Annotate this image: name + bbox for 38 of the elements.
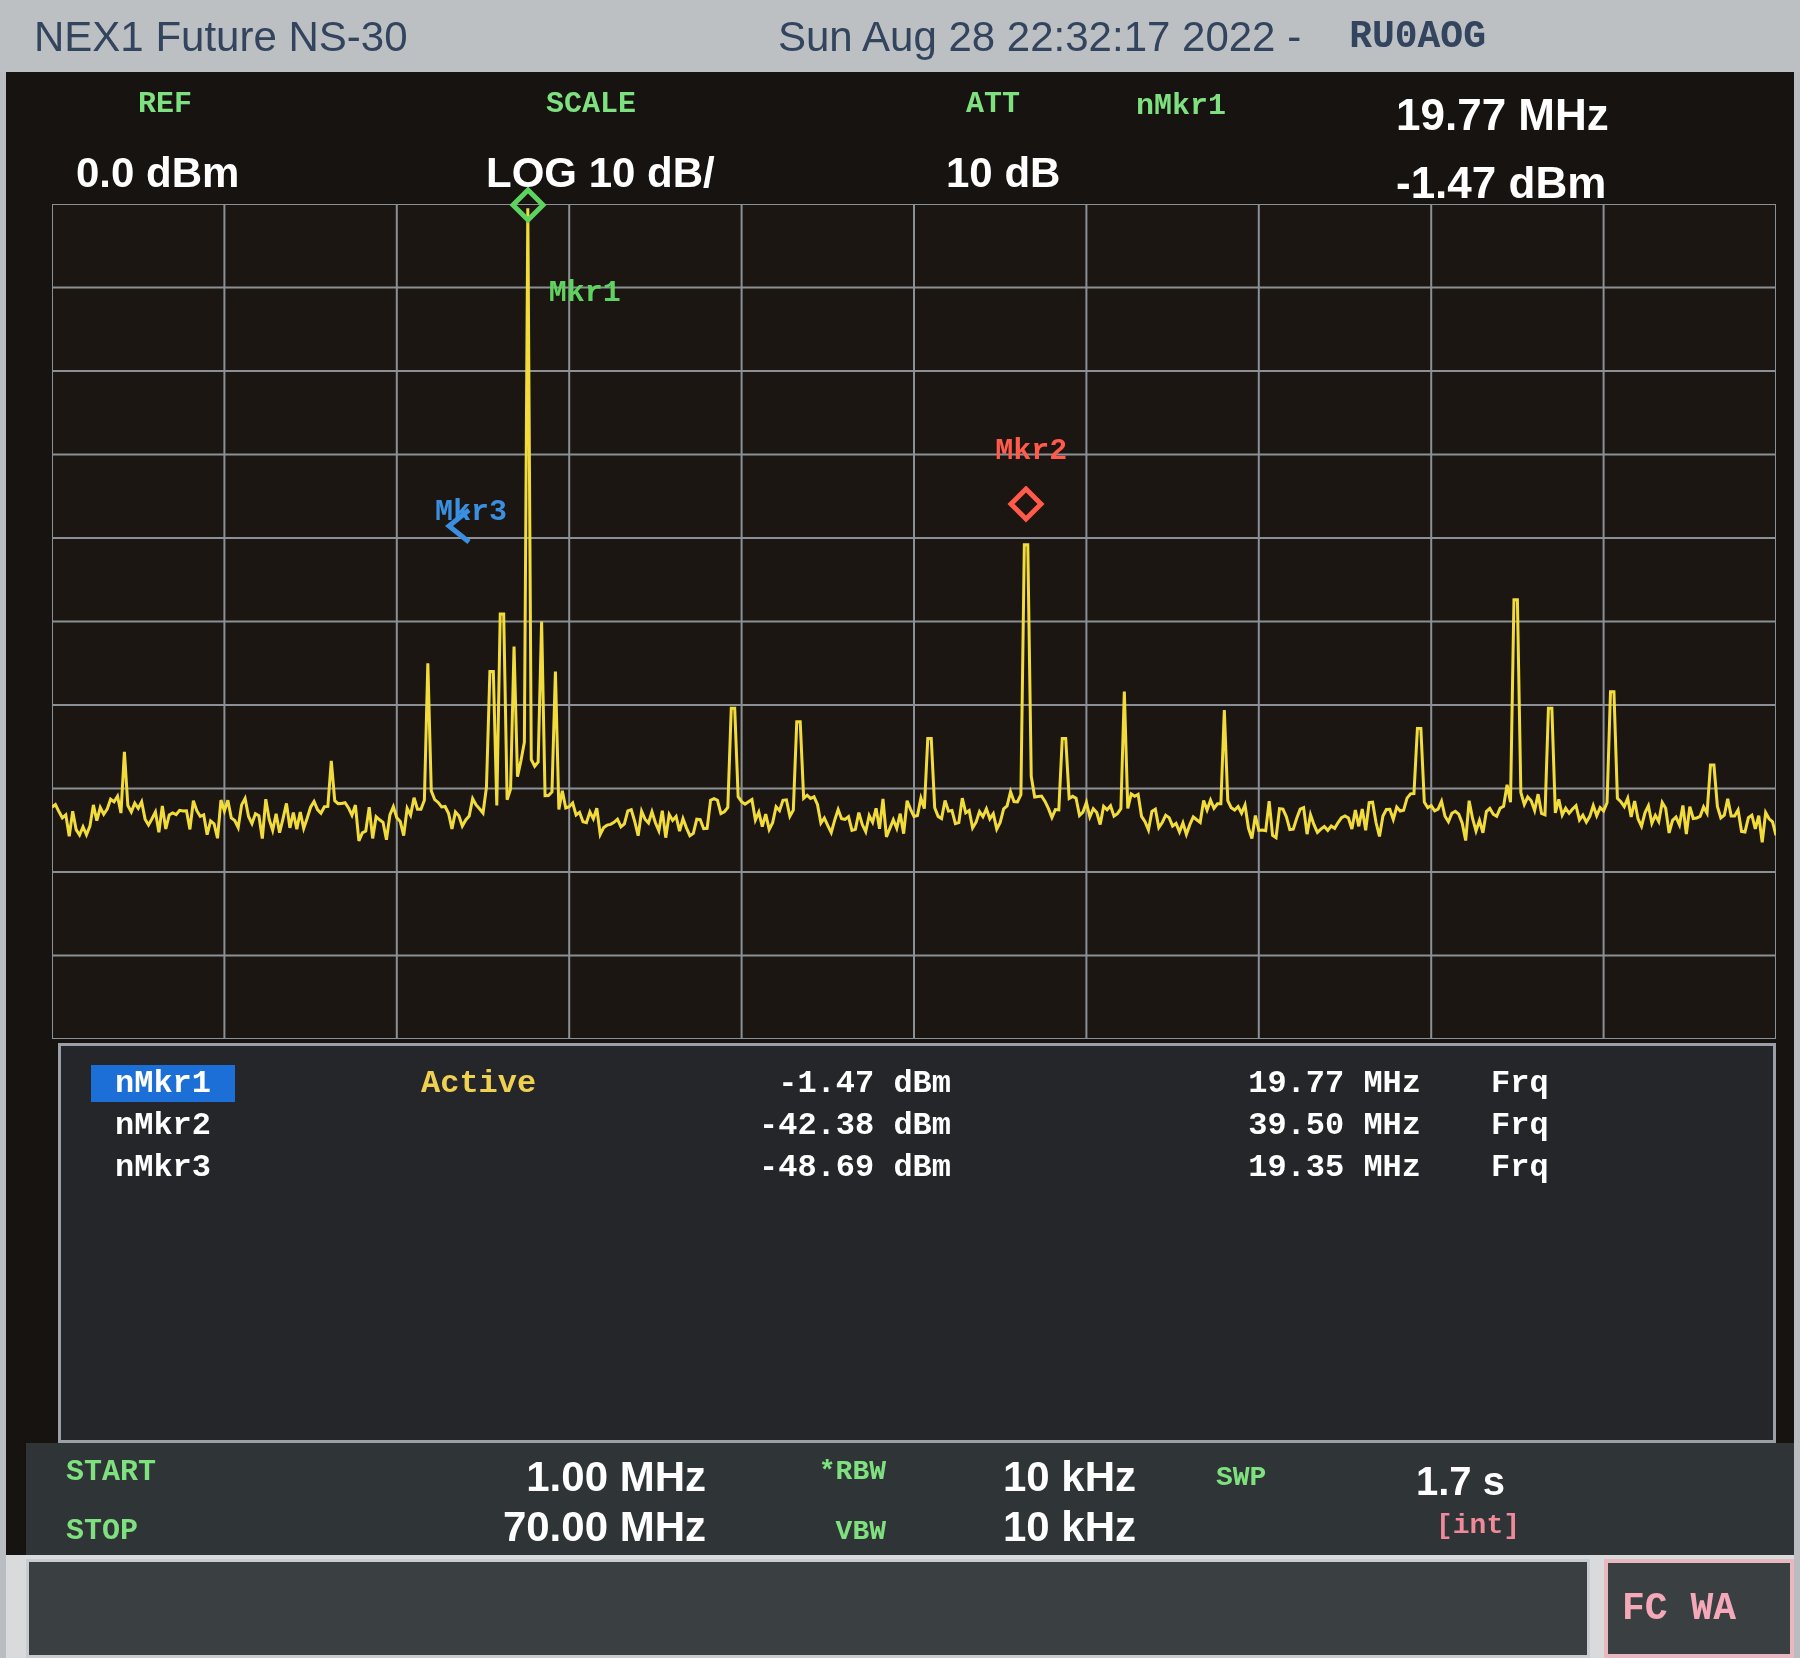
- marker-frequency-cell: 39.50 MHz: [1248, 1107, 1421, 1144]
- marker-name[interactable]: nMkr3: [91, 1149, 235, 1186]
- marker-amplitude-cell: -1.47 dBm: [778, 1065, 951, 1102]
- marker-tag: Mkr3: [434, 489, 507, 535]
- marker-frequency: 19.77 MHz: [1396, 89, 1610, 141]
- trigger-value: [int]: [1435, 1509, 1521, 1543]
- instrument-name: NEX1 Future NS-30: [34, 11, 409, 62]
- sweep-value: 1.7 s: [1416, 1458, 1506, 1505]
- vbw-value: 10 kHz: [1002, 1502, 1136, 1552]
- vbw-label: VBW: [835, 1515, 886, 1549]
- scale-value: LOG 10 dB/: [486, 148, 716, 198]
- marker-amplitude-cell: -42.38 dBm: [758, 1107, 951, 1144]
- start-label: START: [66, 1454, 157, 1491]
- att-value: 10 dB: [946, 148, 1062, 198]
- marker-mode-cell: Frq: [1491, 1107, 1549, 1144]
- stop-label: STOP: [66, 1513, 139, 1550]
- marker-name[interactable]: nMkr1: [91, 1065, 235, 1102]
- ref-value: 0.0 dBm: [76, 148, 241, 198]
- marker-mode-cell: Frq: [1491, 1149, 1549, 1186]
- marker-frequency-cell: 19.35 MHz: [1248, 1149, 1421, 1186]
- date-time: Sun Aug 28 22:32:17 2022 -: [778, 11, 1302, 62]
- marker-frequency-cell: 19.77 MHz: [1248, 1065, 1421, 1102]
- marker-name[interactable]: nMkr2: [91, 1107, 235, 1144]
- start-value: 1.00 MHz: [526, 1452, 706, 1502]
- marker-mode-cell: Frq: [1491, 1065, 1549, 1102]
- marker-amplitude: -1.47 dBm: [1396, 157, 1608, 209]
- att-label: ATT: [965, 86, 1021, 123]
- marker-label: nMkr1: [1136, 89, 1226, 123]
- status-text: FC WA: [1622, 1586, 1737, 1632]
- sweep-label: SWP: [1216, 1462, 1267, 1493]
- rbw-label: *RBW: [818, 1455, 886, 1489]
- rbw-value: 10 kHz: [1002, 1452, 1136, 1502]
- scale-label: SCALE: [545, 86, 637, 123]
- ref-label: REF: [137, 86, 193, 123]
- stop-value: 70.00 MHz: [502, 1502, 706, 1552]
- marker-amplitude-cell: -48.69 dBm: [758, 1149, 951, 1186]
- marker-status: Active: [421, 1065, 537, 1102]
- callsign: RU0AOG: [1349, 13, 1486, 60]
